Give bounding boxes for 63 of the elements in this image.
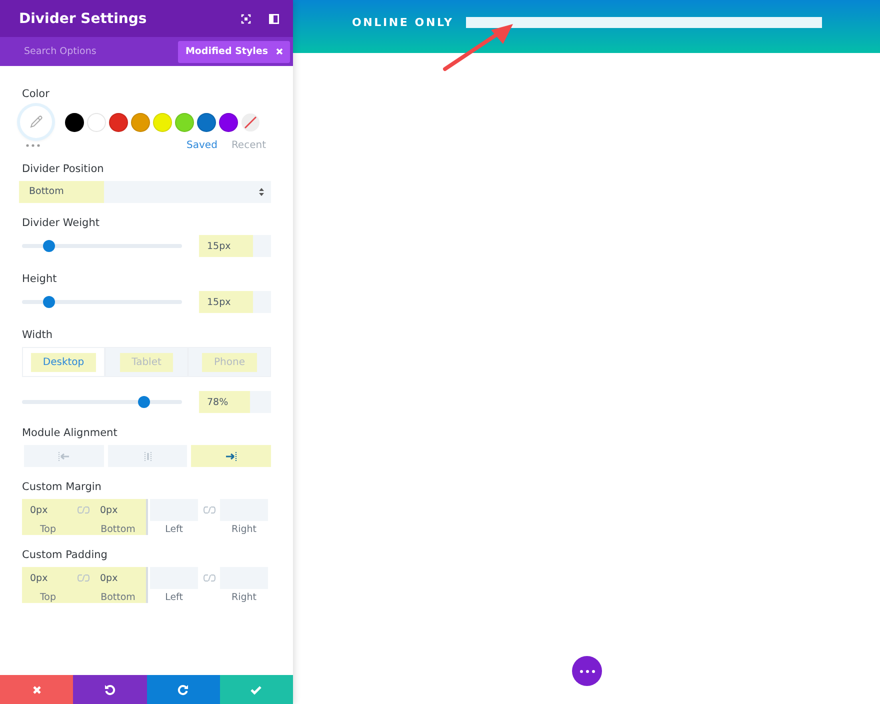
more-icon[interactable] bbox=[26, 144, 40, 147]
field-label: Custom Margin bbox=[22, 481, 102, 493]
field-label: Divider Weight bbox=[22, 217, 100, 229]
field-caption: Left bbox=[165, 592, 183, 603]
focus-icon[interactable] bbox=[241, 14, 251, 24]
field-label: Divider Position bbox=[22, 163, 105, 175]
link-icon[interactable] bbox=[76, 506, 90, 514]
color-swatch[interactable] bbox=[131, 112, 150, 132]
link-icon[interactable] bbox=[76, 574, 90, 582]
value-field[interactable]: 15px bbox=[199, 235, 271, 257]
device-tab[interactable]: Desktop bbox=[22, 347, 105, 377]
redo-button[interactable] bbox=[146, 675, 220, 704]
field-label: Module Alignment bbox=[22, 427, 118, 439]
slider-thumb[interactable] bbox=[138, 396, 150, 408]
field-label: Height bbox=[22, 273, 58, 285]
field-label: Width bbox=[22, 329, 54, 341]
palette-tab[interactable]: Saved bbox=[186, 140, 218, 151]
panel-title: Divider Settings bbox=[19, 10, 148, 26]
banner-label: ONLINE ONLY bbox=[352, 16, 454, 29]
align-center-icon bbox=[144, 452, 152, 460]
sidebar-icon[interactable] bbox=[269, 14, 279, 24]
field-caption: Left bbox=[165, 524, 183, 535]
color-swatch[interactable] bbox=[109, 112, 128, 132]
field-caption: Right bbox=[231, 524, 257, 535]
field-caption: Right bbox=[231, 592, 257, 603]
color-picker[interactable] bbox=[20, 106, 52, 138]
field-caption: Bottom bbox=[100, 524, 136, 535]
close-icon[interactable] bbox=[276, 48, 283, 55]
position-select[interactable]: Bottom bbox=[19, 181, 271, 203]
filter-chip[interactable]: Modified Styles bbox=[178, 40, 290, 62]
value-text: 15px bbox=[199, 235, 253, 257]
eyedropper-icon bbox=[29, 115, 43, 129]
field-caption: Top bbox=[40, 524, 56, 535]
field-label: Color bbox=[22, 88, 50, 100]
undo-button[interactable] bbox=[73, 675, 146, 704]
more-button[interactable] bbox=[572, 656, 602, 686]
no-color-icon[interactable] bbox=[241, 112, 260, 132]
link-icon[interactable] bbox=[202, 506, 216, 514]
field-caption: Top bbox=[40, 592, 56, 603]
color-swatch[interactable] bbox=[153, 112, 172, 132]
slider-thumb[interactable] bbox=[43, 240, 56, 252]
color-swatch[interactable] bbox=[197, 112, 216, 132]
value-text: 15px bbox=[199, 291, 253, 313]
value-text: 78% bbox=[199, 391, 250, 413]
value-field[interactable]: 78% bbox=[199, 391, 271, 413]
select-value: Bottom bbox=[19, 181, 104, 203]
checkmark-icon bbox=[250, 684, 262, 694]
link-icon[interactable] bbox=[202, 574, 216, 582]
align-right-icon bbox=[225, 452, 238, 460]
value-field[interactable]: 15px bbox=[199, 291, 271, 313]
align-left-icon bbox=[58, 452, 70, 460]
redo-icon bbox=[177, 684, 190, 696]
search-field[interactable]: Search Options bbox=[22, 45, 178, 58]
color-swatch[interactable] bbox=[175, 112, 194, 132]
slider-thumb[interactable] bbox=[43, 296, 56, 308]
color-swatch[interactable] bbox=[87, 112, 106, 132]
undo-icon bbox=[104, 684, 116, 696]
field-caption: Bottom bbox=[100, 592, 136, 603]
sort-caret-icon bbox=[259, 188, 264, 196]
close-icon bbox=[32, 684, 42, 694]
color-swatch[interactable] bbox=[65, 112, 84, 132]
color-swatch[interactable] bbox=[219, 112, 238, 132]
field-label: Custom Padding bbox=[22, 549, 108, 561]
